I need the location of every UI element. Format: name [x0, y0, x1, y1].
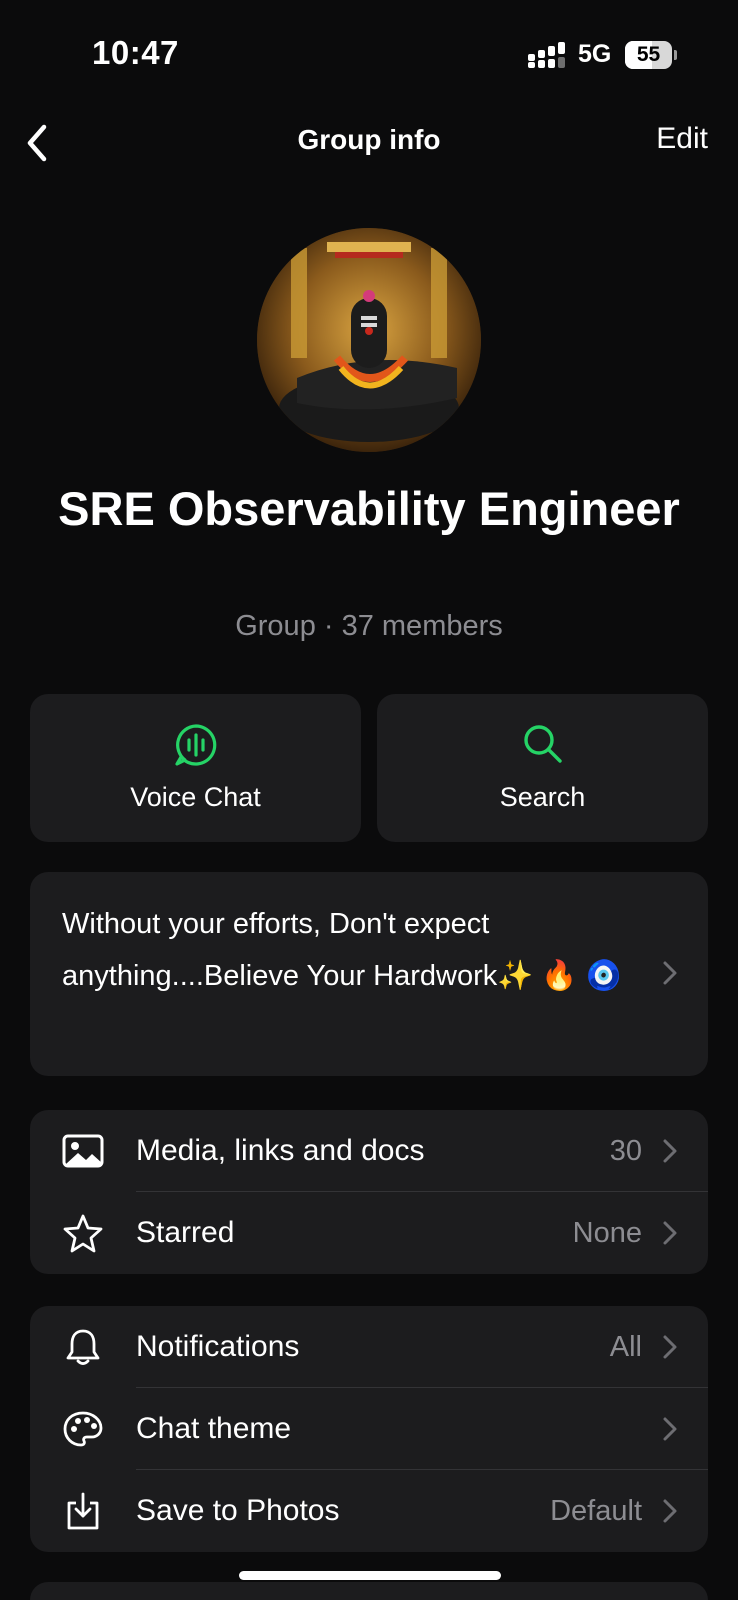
media-starred-section: Media, links and docs 30 Starred None: [30, 1110, 708, 1274]
group-description-text: Without your efforts, Don't expect anyth…: [62, 908, 622, 992]
media-links-docs-label: Media, links and docs: [136, 1134, 425, 1167]
notifications-label: Notifications: [136, 1330, 300, 1363]
group-info-screen: 10:47 5G 55 Group info Edit SRE Observab…: [0, 0, 738, 1600]
group-description[interactable]: Without your efforts, Don't expect anyth…: [30, 872, 708, 1076]
page-title: Group info: [297, 124, 441, 155]
voice-chat-icon: [174, 724, 216, 766]
notifications-value: All: [609, 1331, 642, 1363]
battery-icon: 55: [625, 41, 677, 69]
chat-theme-row[interactable]: Chat theme: [30, 1388, 708, 1470]
save-to-photos-row[interactable]: Save to Photos Default: [30, 1470, 708, 1552]
starred-label: Starred: [136, 1216, 235, 1249]
settings-section: Notifications All Chat theme Save to Pho…: [30, 1306, 708, 1552]
chevron-right-icon: [663, 1417, 677, 1441]
image-icon: [62, 1134, 104, 1168]
group-name: SRE Observability Engineer: [58, 482, 680, 535]
save-to-photos-value: Default: [550, 1495, 642, 1527]
starred-value: None: [572, 1217, 642, 1249]
starred-row[interactable]: Starred None: [30, 1192, 708, 1274]
edit-button[interactable]: Edit: [656, 122, 708, 156]
download-icon: [67, 1492, 99, 1530]
chat-theme-label: Chat theme: [136, 1412, 292, 1445]
bell-icon: [66, 1329, 100, 1365]
media-count: 30: [609, 1135, 642, 1167]
notifications-row[interactable]: Notifications All: [30, 1306, 708, 1388]
home-indicator[interactable]: [239, 1571, 501, 1580]
network-type: 5G: [578, 40, 612, 68]
battery-level: 55: [636, 43, 661, 66]
nav-bar: Group info Edit: [0, 100, 738, 184]
status-time: 10:47: [92, 34, 179, 71]
save-to-photos-label: Save to Photos: [136, 1494, 340, 1527]
status-bar: 10:47 5G 55: [0, 0, 738, 100]
star-icon: [63, 1214, 103, 1253]
cellular-signal-icon: [528, 42, 565, 68]
group-member-count: Group · 37 members: [235, 610, 503, 642]
chevron-right-icon: [663, 1499, 677, 1523]
chevron-right-icon: [663, 1139, 677, 1163]
chevron-right-icon: [663, 961, 677, 985]
search-button[interactable]: Search: [377, 694, 708, 842]
avatar-image: [257, 228, 481, 452]
group-avatar[interactable]: [257, 228, 481, 452]
palette-icon: [63, 1411, 103, 1447]
chevron-right-icon: [663, 1221, 677, 1245]
search-icon: [523, 725, 562, 763]
search-label: Search: [499, 782, 586, 812]
next-section-card: [30, 1582, 708, 1600]
media-links-docs-row[interactable]: Media, links and docs 30: [30, 1110, 708, 1192]
voice-chat-label: Voice Chat: [130, 782, 261, 812]
chevron-right-icon: [663, 1335, 677, 1359]
voice-chat-button[interactable]: Voice Chat: [30, 694, 361, 842]
